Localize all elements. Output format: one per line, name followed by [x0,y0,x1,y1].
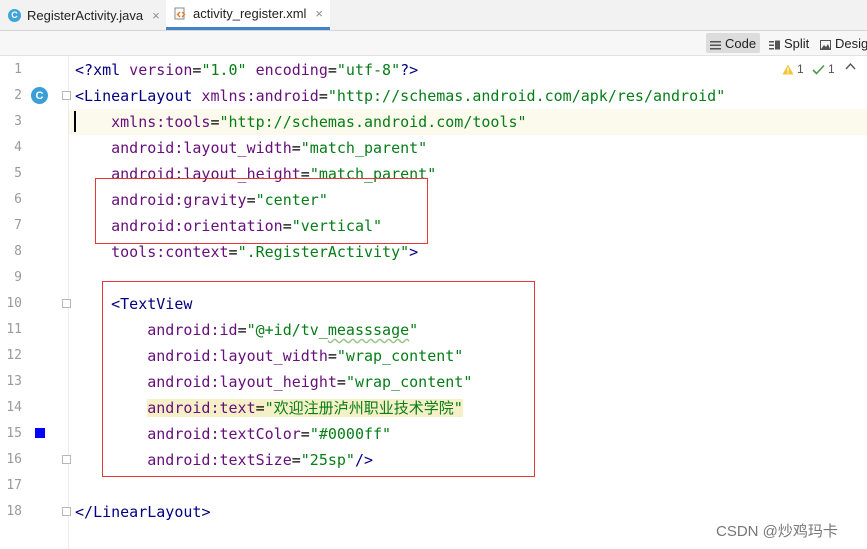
line-number: 3 [14,114,22,129]
line-number: 4 [14,140,22,155]
ok-count: 1 [828,62,835,76]
line-number: 17 [6,478,22,493]
line-number: 18 [6,504,22,519]
split-view-button[interactable]: Split [765,33,813,53]
color-swatch-icon[interactable] [35,428,45,438]
view-mode-bar: Code Split Desig [0,31,867,56]
check-icon [812,64,825,75]
line-number: 11 [6,322,22,337]
code-line-18[interactable]: </LinearLayout> [75,499,210,525]
xml-file-icon [174,7,187,20]
design-view-icon [820,38,831,50]
class-file-icon: C [8,8,21,22]
close-icon[interactable]: × [315,6,323,21]
tab-label: activity_register.xml [193,6,307,21]
fold-icon[interactable] [62,299,71,308]
line-number: 12 [6,348,22,363]
code-view-button[interactable]: Code [706,33,761,53]
line-number: 2 [14,88,22,103]
fold-icon[interactable] [62,91,71,100]
line-number: 16 [6,452,22,467]
code-line-2[interactable]: <LinearLayout xmlns:android="http://sche… [75,83,725,109]
line-number: 6 [14,192,22,207]
annotation-box-textview [102,281,535,477]
chevron-up-icon [845,62,856,70]
line-number: 14 [6,400,22,415]
code-line-3[interactable]: xmlns:tools="http://schemas.android.com/… [75,109,526,135]
tab-register-activity-java[interactable]: C RegisterActivity.java × [0,0,164,30]
code-view-label: Code [725,35,757,51]
design-view-button[interactable]: Desig [816,33,867,53]
inspection-ok[interactable]: 1 [812,62,835,76]
split-view-label: Split [784,35,810,51]
split-view-icon [769,38,780,50]
editor-tab-bar: C RegisterActivity.java × activity_regis… [0,0,867,31]
line-number: 8 [14,244,22,259]
line-number: 13 [6,374,22,389]
fold-icon[interactable] [62,507,71,516]
annotation-box-gravity [95,178,428,244]
line-number: 5 [14,166,22,181]
related-class-icon[interactable]: C [31,87,48,104]
design-view-label: Desig [835,35,867,51]
watermark: CSDN @炒鸡玛卡 [716,523,838,540]
code-line-4[interactable]: android:layout_width="match_parent" [75,135,427,161]
close-icon[interactable]: × [152,8,160,23]
warning-count: 1 [797,62,804,76]
code-view-icon [710,38,721,50]
inspection-warnings[interactable]: 1 [782,62,804,76]
warning-icon [782,64,794,74]
line-number: 9 [14,270,22,285]
code-line-1[interactable]: <?xml version="1.0" encoding="utf-8"?> [75,57,418,83]
tab-label: RegisterActivity.java [27,7,144,23]
previous-highlight-button[interactable] [845,62,856,70]
line-number: 10 [6,296,22,311]
line-number: 1 [14,62,22,77]
line-number: 7 [14,218,22,233]
fold-icon[interactable] [62,455,71,464]
tab-activity-register-xml[interactable]: activity_register.xml × [166,0,330,30]
line-number: 15 [6,426,22,441]
